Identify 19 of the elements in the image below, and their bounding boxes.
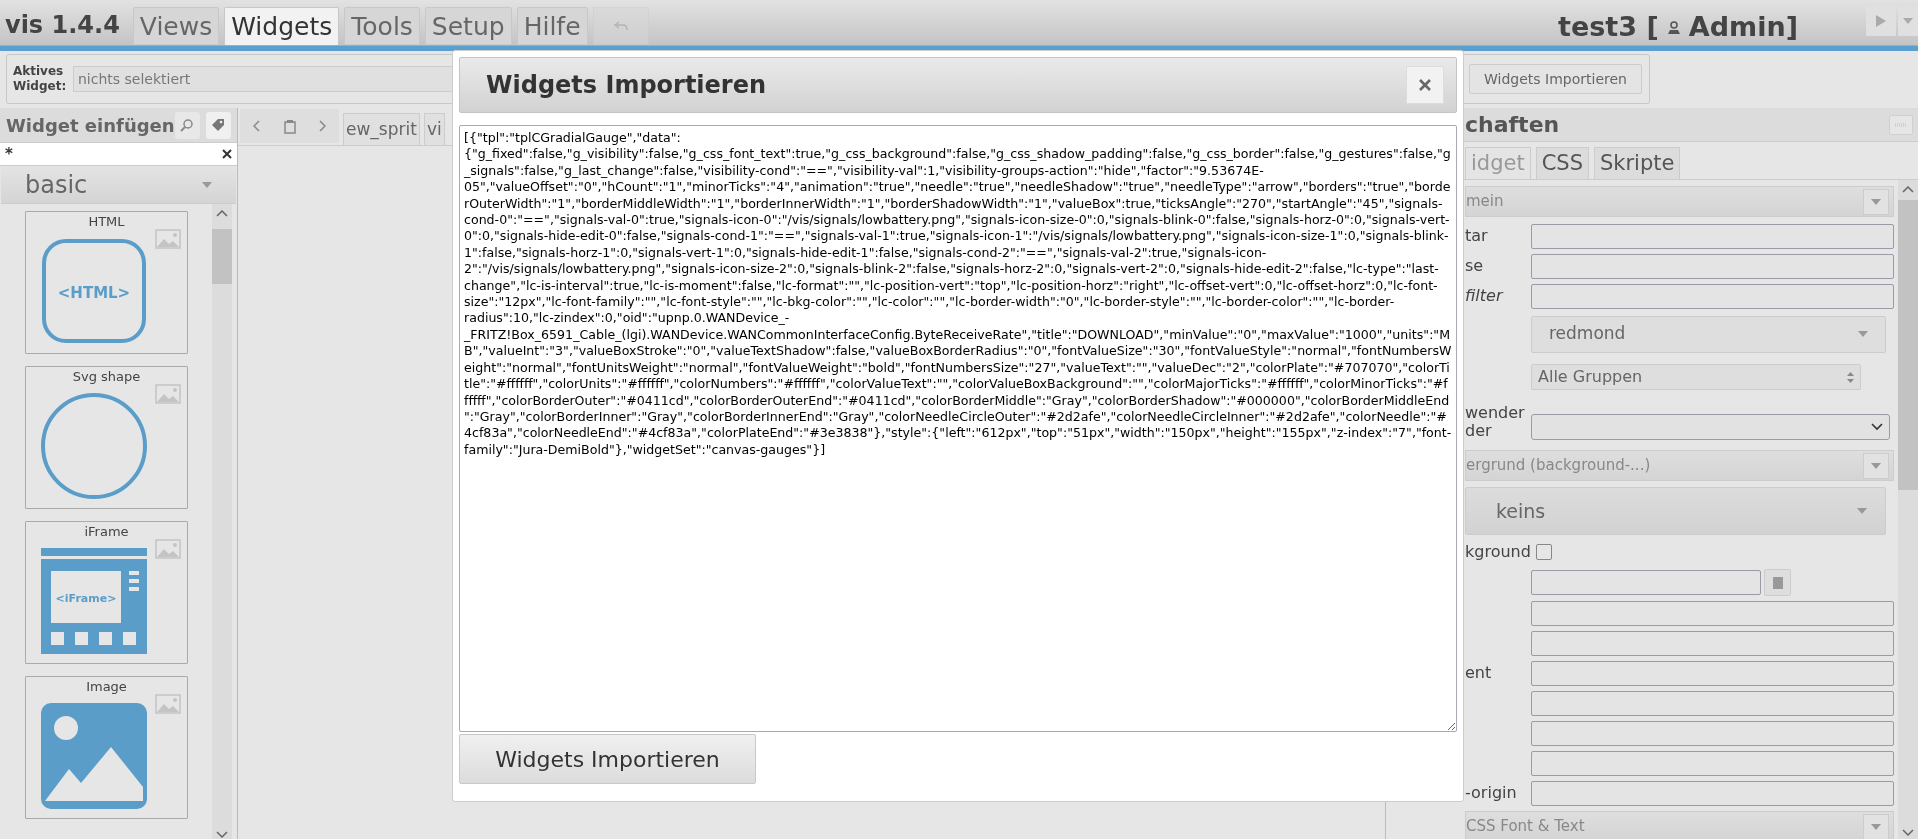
html-widget-icon: <HTML> [39,236,149,346]
field-label: kground [1465,541,1531,563]
panel-title: chaften [1465,113,1561,136]
field-label: filter [1465,286,1503,305]
field-label: tar [1465,226,1488,245]
field-label: se [1465,256,1484,275]
user-name: Admin] [1688,13,1798,40]
widget-label: Image [86,679,127,695]
active-widget-label: Aktives Widget: [13,64,67,94]
field-label: ent [1465,663,1492,682]
field-label: -origin [1465,783,1517,802]
field-label: wender der [1465,403,1525,440]
widget-label: HTML [88,214,125,230]
iframe-widget-icon: <iFrame> [39,546,149,656]
project-name: test3 [ [1558,13,1659,40]
app-title: vis 1.4.4 [4,13,121,41]
widget-label: iFrame [84,524,129,540]
widget-label: Svg shape [72,369,141,385]
panel-title: Widget einfügen [6,113,175,138]
